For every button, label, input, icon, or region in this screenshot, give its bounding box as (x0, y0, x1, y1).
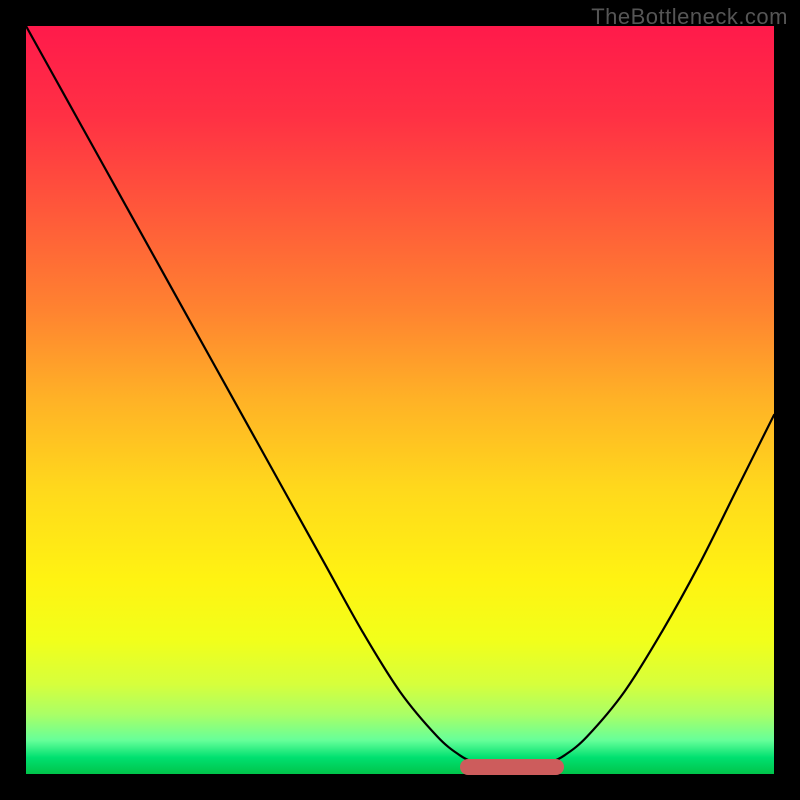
plot-area (26, 26, 774, 774)
watermark-text: TheBottleneck.com (591, 4, 788, 30)
chart-frame: TheBottleneck.com (0, 0, 800, 800)
bottleneck-curve (26, 26, 774, 774)
optimal-range-marker (460, 759, 565, 775)
